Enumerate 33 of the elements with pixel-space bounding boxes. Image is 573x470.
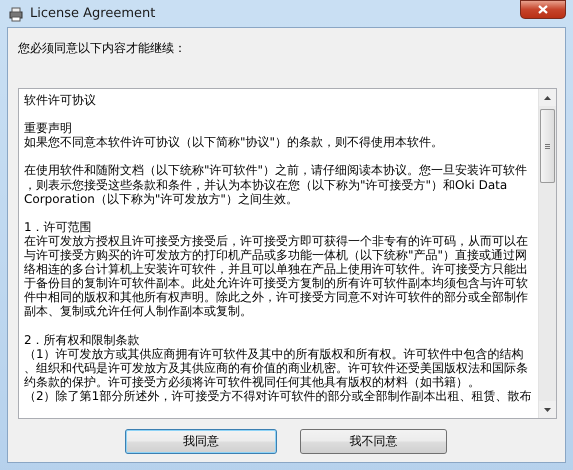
license-text-line: 络相连的多台计算机上安装许可软件，并且可以单独在产品上使用许可软件。许可接受方只能出 <box>24 262 528 276</box>
license-text-line: 于备份目的复制许可软件副本。此处允许许可接受方复制的所有许可软件副本均须包含与许可软 <box>24 276 528 290</box>
license-text-line: ，则表示您接受这些条款和条件，并认为本协议在您（以下称为"许可接受方"）和Oki Data <box>24 178 508 192</box>
license-text-area[interactable] <box>18 88 557 419</box>
scroll-up-button[interactable] <box>539 89 556 106</box>
license-text-line: （2）除了第1部分所述外，许可接受方不得对许可软件的部分或全部制作副本出租、租赁、散布 <box>24 388 532 403</box>
license-text-line: 副本、复制或允许任何人制作副本或复制。 <box>24 304 252 318</box>
license-text-line: 1．许可范围 <box>24 220 92 234</box>
license-text-line: 重要声明 <box>24 121 72 136</box>
caret-up-icon <box>544 96 551 100</box>
license-text-line: 在许可发放方授权且许可接受方接受后，许可接受方即可获得一个非专有的许可码，从而可以在 <box>24 234 528 248</box>
agree-button[interactable]: 我同意 <box>125 429 277 454</box>
license-text-line: 与许可接受方购买的许可发放方的打印机产品或多功能一体机（以下统称"产品"）直接或通过网 <box>24 248 528 262</box>
license-text-line: 软件许可协议 <box>24 93 96 107</box>
license-text-line: 2．所有权和限制条款 <box>24 332 140 347</box>
license-text-line: 如果您不同意本软件许可协议（以下简称"协议"）的条款，则不得使用本软件。 <box>24 135 444 150</box>
license-text-line: Corporation（以下称为"许可发放方"）之间生效。 <box>24 192 298 206</box>
close-icon <box>538 5 548 14</box>
close-button[interactable] <box>520 0 566 19</box>
license-text-line: 、组织和代码是许可发放方及其供应商的有价值的商业机密。许可软件还受美国版权法和国际条 <box>24 360 528 375</box>
license-text-line: 件中相同的版权和其他所有权声明。除此之外，许可接受方同意不对许可软件的部分或全部制作 <box>24 290 528 304</box>
instruction-text: 您必须同意以下内容才能继续： <box>18 41 186 55</box>
disagree-button[interactable]: 我不同意 <box>300 429 447 454</box>
vertical-scrollbar[interactable] <box>538 89 556 418</box>
window-title: License Agreement <box>30 6 156 21</box>
license-text-line: 在使用软件和随附文档（以下统称"许可软件"）之前，请仔细阅读本协议。您一旦安装许可软件 <box>24 163 528 178</box>
scroll-down-button[interactable] <box>539 401 556 418</box>
grip-icon <box>545 144 550 148</box>
caret-down-icon <box>544 408 551 412</box>
license-text-line: 约条款的保护。许可接受方必须将许可软件视同任何其他具有版权的材料（如书籍）。 <box>24 374 480 389</box>
scrollbar-thumb[interactable] <box>540 109 555 183</box>
license-text-line: （1）许可发放方或其供应商拥有许可软件及其中的所有版权和所有权。许可软件中包含的结构 <box>24 346 524 361</box>
printer-icon <box>8 6 24 22</box>
